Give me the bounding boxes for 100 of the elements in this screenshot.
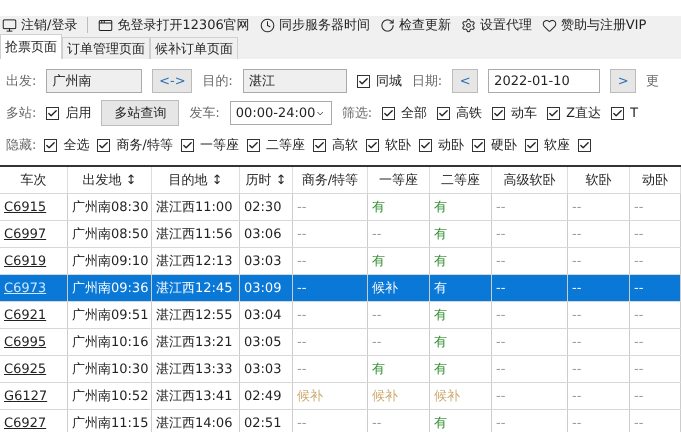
table-row[interactable]: C6973 广州南09:36 湛江西12:45 03:09 -- 候补 有 -- -- -- bbox=[0, 275, 681, 302]
table-cell: -- bbox=[572, 334, 582, 350]
tab[interactable]: 抢票页面 bbox=[0, 34, 62, 59]
checkbox-label: 全选 bbox=[63, 137, 90, 154]
swap-button[interactable]: <-> bbox=[152, 69, 192, 93]
checkbox[interactable] bbox=[44, 138, 58, 152]
column-header[interactable]: 高级软卧 bbox=[492, 167, 568, 193]
more-label[interactable]: 更 bbox=[646, 72, 660, 90]
check-icon bbox=[314, 140, 325, 150]
checkbox[interactable] bbox=[472, 138, 485, 152]
checkbox[interactable] bbox=[366, 138, 379, 152]
table-cell-text: 湛江西12:45 bbox=[156, 280, 232, 297]
train-number-link[interactable]: C6921 bbox=[4, 308, 46, 322]
checkbox[interactable] bbox=[437, 106, 450, 120]
checkbox[interactable] bbox=[46, 106, 60, 120]
settings-icon bbox=[460, 18, 476, 32]
check-icon bbox=[366, 140, 378, 150]
destination-field[interactable]: 湛江 bbox=[242, 69, 347, 93]
train-number-link[interactable]: C6973 bbox=[4, 280, 46, 296]
check-icon bbox=[358, 76, 369, 86]
column-header[interactable]: 一等座 bbox=[368, 167, 430, 193]
table-cell: -- bbox=[297, 416, 306, 430]
table-row[interactable]: C6921 广州南09:51 湛江西12:55 03:04 -- -- 有 -- -- -- bbox=[0, 302, 681, 329]
table-cell-text: 湛江西12:13 bbox=[156, 253, 232, 270]
table-cell: -- bbox=[634, 226, 644, 242]
train-number-link[interactable]: C6927 bbox=[4, 416, 46, 430]
checkbox-label: 高软 bbox=[332, 137, 358, 154]
checkbox[interactable] bbox=[418, 138, 432, 152]
date-field[interactable]: 2022-01-10 bbox=[488, 69, 600, 93]
checkbox[interactable] bbox=[547, 106, 560, 120]
checkbox[interactable] bbox=[524, 138, 538, 152]
toolbar-button[interactable]: 赞助与注册VIP bbox=[542, 16, 646, 34]
table-cell-text: 有 bbox=[434, 415, 447, 432]
checkbox-label: Z直达 bbox=[566, 105, 602, 122]
table-row[interactable]: C6997 广州南08:50 湛江西11:56 03:06 -- -- 有 -- -- -- bbox=[0, 221, 681, 248]
column-header[interactable]: 软卧 bbox=[568, 167, 630, 193]
train-number-link[interactable]: C6925 bbox=[4, 362, 46, 376]
checkbox[interactable] bbox=[97, 138, 110, 152]
column-header[interactable]: 商务/特等 bbox=[293, 167, 368, 193]
column-header[interactable]: 车次 bbox=[0, 167, 68, 193]
multi-station-button[interactable]: 多站查询 bbox=[101, 100, 180, 126]
checkbox[interactable] bbox=[180, 138, 194, 152]
table-cell: -- bbox=[634, 200, 644, 214]
toolbar-button[interactable]: 注销/登录 bbox=[2, 16, 78, 34]
table-cell-text: 有 bbox=[434, 307, 447, 324]
checkbox[interactable] bbox=[492, 106, 506, 120]
check-icon bbox=[578, 140, 590, 150]
table-cell: 03:06 bbox=[244, 226, 282, 242]
toolbar-button[interactable]: 免登录打开12306官网 bbox=[98, 16, 250, 34]
checkbox-label: 二等座 bbox=[266, 137, 305, 154]
table-cell-text: 湛江西11:00 bbox=[156, 199, 232, 216]
toolbar-button[interactable]: 设置代理 bbox=[460, 16, 532, 34]
train-number-link[interactable]: C6995 bbox=[4, 334, 46, 350]
table-cell-text: 有 bbox=[434, 226, 447, 243]
checkbox-label: 高铁 bbox=[456, 105, 482, 122]
departure-field[interactable]: 广州南 bbox=[46, 69, 142, 93]
check-icon bbox=[612, 108, 624, 118]
table-row[interactable]: C6925 广州南10:30 湛江西13:33 03:03 -- 有 有 -- -- -- bbox=[0, 356, 681, 383]
table-cell: -- bbox=[572, 416, 582, 430]
field-label: 多站: bbox=[6, 105, 36, 122]
train-number-link[interactable]: C6997 bbox=[4, 226, 46, 242]
table-cell: -- bbox=[572, 362, 582, 376]
checkbox[interactable] bbox=[246, 138, 260, 152]
table-cell: -- bbox=[634, 280, 644, 296]
column-header[interactable]: 历时 ↕ bbox=[240, 167, 293, 193]
train-number-link[interactable]: C6919 bbox=[4, 254, 46, 268]
toolbar-button[interactable]: 检查更新 bbox=[380, 16, 451, 34]
table-row[interactable]: G6127 广州南10:52 湛江西13:41 02:49 候补 候补 候补 -- -- -- bbox=[0, 383, 681, 410]
tab[interactable]: 订单管理页面 bbox=[62, 37, 150, 59]
table-cell-text: 湛江西13:41 bbox=[156, 388, 232, 405]
table-cell: -- bbox=[634, 308, 644, 322]
window-icon bbox=[98, 18, 114, 32]
checkbox[interactable] bbox=[382, 106, 396, 120]
checkbox[interactable] bbox=[578, 138, 591, 152]
toolbar-button[interactable]: 同步服务器时间 bbox=[260, 16, 370, 34]
train-number-link[interactable]: G6127 bbox=[4, 388, 48, 404]
table-cell: 03:03 bbox=[244, 254, 282, 268]
checkbox[interactable] bbox=[356, 74, 370, 88]
previous-date-button[interactable]: < bbox=[452, 69, 478, 93]
column-header[interactable]: 动卧 bbox=[630, 167, 681, 193]
checkbox[interactable] bbox=[312, 138, 326, 152]
column-header[interactable]: 出发地 ↕ bbox=[68, 167, 152, 193]
table-cell: 02:51 bbox=[244, 416, 282, 430]
column-header[interactable]: 二等座 bbox=[430, 167, 492, 193]
column-header[interactable]: 目的地 ↕ bbox=[152, 167, 240, 193]
table-cell-text: 候补 bbox=[434, 388, 460, 405]
departure-time-select[interactable]: 00:00-24:00 bbox=[230, 101, 332, 125]
check-icon bbox=[98, 140, 110, 150]
table-cell: -- bbox=[496, 200, 506, 214]
checkbox[interactable] bbox=[611, 106, 624, 120]
table-row[interactable]: C6995 广州南10:16 湛江西13:21 03:05 -- -- 有 -- -- -- bbox=[0, 329, 681, 356]
tab[interactable]: 候补订单页面 bbox=[150, 37, 238, 59]
table-cell-text: 有 bbox=[372, 253, 385, 270]
table-cell: -- bbox=[572, 280, 582, 296]
next-date-button[interactable]: > bbox=[610, 69, 636, 93]
check-icon bbox=[493, 108, 504, 118]
table-row[interactable]: C6915 广州南08:30 湛江西11:00 02:30 -- 有 有 -- -- -- bbox=[0, 194, 681, 221]
train-number-link[interactable]: C6915 bbox=[4, 200, 46, 214]
table-cell: -- bbox=[496, 226, 506, 242]
table-row[interactable]: C6927 广州南11:15 湛江西14:06 02:51 -- -- 有 -- -- -- bbox=[0, 410, 681, 432]
